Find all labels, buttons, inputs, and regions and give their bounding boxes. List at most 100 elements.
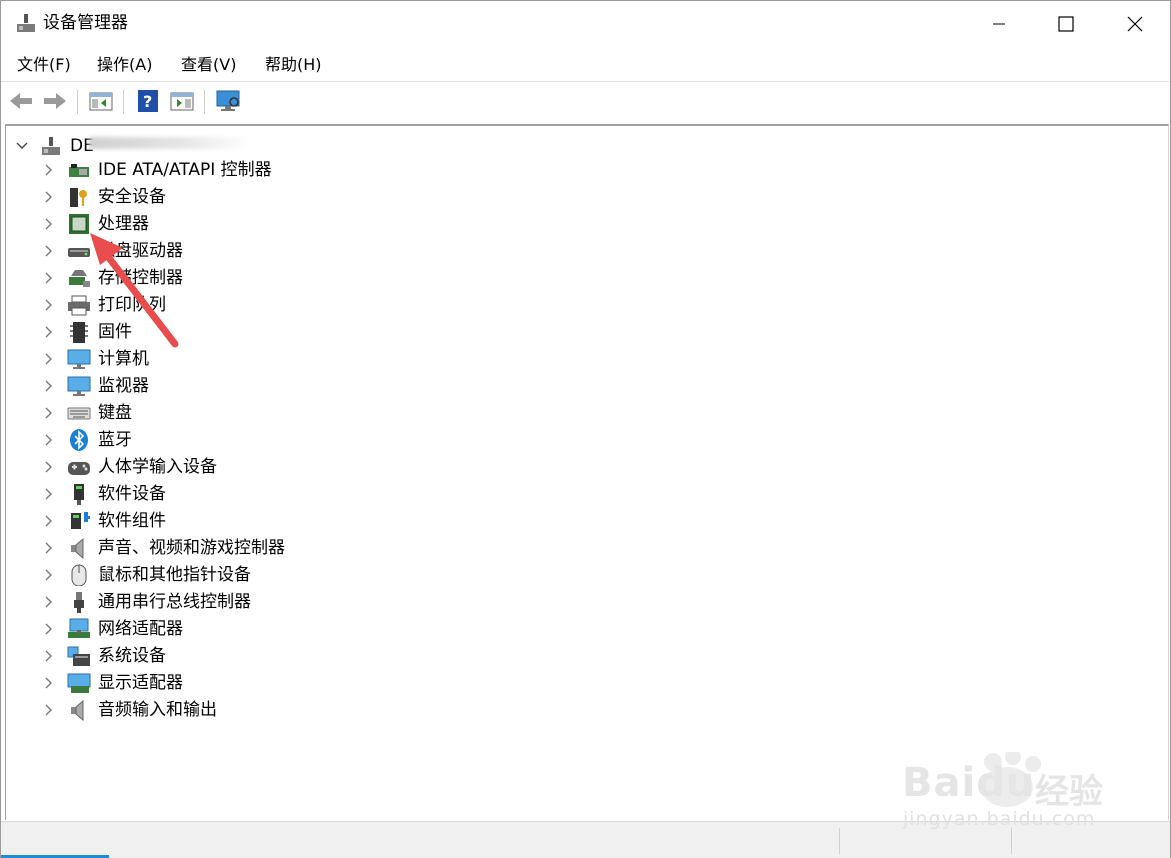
tree-category-row[interactable]: 软件设备 <box>41 481 641 508</box>
hid-gamepad-icon <box>68 462 90 475</box>
chevron-right-icon[interactable] <box>41 458 55 476</box>
watermark-brand: Baidu <box>902 760 1035 806</box>
tree-category-row[interactable]: 网络适配器 <box>41 616 641 643</box>
menu-bar: 文件(F) 操作(A) 查看(V) 帮助(H) <box>1 51 1170 81</box>
chevron-right-icon[interactable] <box>41 161 55 179</box>
tree-category-row[interactable]: 打印队列 <box>41 292 641 319</box>
minimize-button[interactable] <box>964 1 1034 47</box>
properties-pane-button[interactable] <box>168 88 196 114</box>
scan-hardware-button[interactable] <box>215 88 243 114</box>
tree-category-label: 打印队列 <box>98 295 166 315</box>
tree-category-row[interactable]: 监视器 <box>41 373 641 400</box>
device-manager-window: 设备管理器 文件(F) 操作(A) 查看(V) 帮助(H) ? DE IDE A… <box>0 0 1171 858</box>
maximize-button[interactable] <box>1031 1 1101 47</box>
chevron-right-icon[interactable] <box>41 323 55 341</box>
computer-root-icon <box>42 137 60 155</box>
speaker-icon <box>71 537 84 559</box>
display-adapter-icon <box>67 673 91 693</box>
system-device-icon <box>67 646 90 666</box>
computer-monitor-icon <box>67 349 91 369</box>
watermark-du: du <box>976 760 1036 806</box>
bluetooth-icon <box>70 429 88 451</box>
tree-category-label: 鼠标和其他指针设备 <box>98 565 251 585</box>
chevron-right-icon[interactable] <box>41 404 55 422</box>
chevron-right-icon[interactable] <box>41 242 55 260</box>
chevron-right-icon[interactable] <box>41 512 55 530</box>
chevron-right-icon[interactable] <box>41 674 55 692</box>
tree-category-label: 固件 <box>98 322 132 342</box>
mouse-icon <box>71 564 87 586</box>
tree-category-row[interactable]: 声音、视频和游戏控制器 <box>41 535 641 562</box>
chevron-right-icon[interactable] <box>41 647 55 665</box>
chevron-right-icon[interactable] <box>41 431 55 449</box>
toolbar: ? <box>1 81 1170 122</box>
tree-category-label: 显示适配器 <box>98 673 183 693</box>
disk-drive-icon <box>68 248 90 257</box>
chevron-right-icon[interactable] <box>41 377 55 395</box>
tree-category-row[interactable]: 固件 <box>41 319 641 346</box>
tree-category-label: 监视器 <box>98 376 149 396</box>
close-button[interactable] <box>1100 1 1170 47</box>
maximize-icon <box>1058 16 1074 32</box>
tree-category-row[interactable]: 系统设备 <box>41 643 641 670</box>
tree-category-label: 磁盘驱动器 <box>98 241 183 261</box>
tree-category-row[interactable]: 磁盘驱动器 <box>41 238 641 265</box>
chevron-right-icon[interactable] <box>41 593 55 611</box>
tree-category-label: 软件设备 <box>98 484 166 504</box>
close-icon <box>1127 16 1143 32</box>
chevron-right-icon[interactable] <box>41 539 55 557</box>
forward-arrow-icon <box>44 93 66 109</box>
tree-category-row[interactable]: 键盘 <box>41 400 641 427</box>
tree-category-row[interactable]: 蓝牙 <box>41 427 641 454</box>
chevron-right-icon[interactable] <box>41 215 55 233</box>
menu-action[interactable]: 操作(A) <box>95 53 154 77</box>
chevron-right-icon[interactable] <box>41 620 55 638</box>
back-arrow-icon <box>10 93 32 109</box>
svg-text:?: ? <box>143 92 152 111</box>
tree-category-row[interactable]: 软件组件 <box>41 508 641 535</box>
chevron-down-icon[interactable] <box>16 141 28 151</box>
chevron-right-icon[interactable] <box>41 701 55 719</box>
tree-category-row[interactable]: 显示适配器 <box>41 670 641 697</box>
keyboard-icon <box>67 407 91 420</box>
forward-button[interactable] <box>41 88 69 114</box>
menu-help[interactable]: 帮助(H) <box>263 53 324 77</box>
software-component-icon <box>71 512 90 529</box>
tree-category-row[interactable]: 音频输入和输出 <box>41 697 641 724</box>
chevron-right-icon[interactable] <box>41 296 55 314</box>
tree-category-row[interactable]: 存储控制器 <box>41 265 641 292</box>
tree-category-row[interactable]: 鼠标和其他指针设备 <box>41 562 641 589</box>
software-device-icon <box>74 484 84 505</box>
console-tree-button[interactable] <box>87 88 115 114</box>
chevron-right-icon[interactable] <box>41 566 55 584</box>
back-button[interactable] <box>7 88 35 114</box>
toolbar-separator <box>204 90 205 114</box>
help-button[interactable]: ? <box>134 88 162 114</box>
tree-category-label: 安全设备 <box>98 187 166 207</box>
chevron-right-icon[interactable] <box>41 350 55 368</box>
tree-category-row[interactable]: 安全设备 <box>41 184 641 211</box>
ide-controller-icon <box>69 164 89 177</box>
status-separator <box>839 828 840 854</box>
tree-category-label: IDE ATA/ATAPI 控制器 <box>98 160 272 180</box>
firmware-chip-icon <box>70 322 88 343</box>
tree-category-label: 网络适配器 <box>98 619 183 639</box>
redacted-computer-name <box>89 137 249 149</box>
scan-hardware-monitor-icon <box>216 90 240 111</box>
watermark-cn: 经验 <box>1035 772 1103 812</box>
tree-category-label: 人体学输入设备 <box>98 457 217 477</box>
tree-category-row[interactable]: 计算机 <box>41 346 641 373</box>
tree-category-row[interactable]: 处理器 <box>41 211 641 238</box>
chevron-right-icon[interactable] <box>41 485 55 503</box>
menu-file[interactable]: 文件(F) <box>15 53 73 77</box>
menu-view[interactable]: 查看(V) <box>179 53 238 77</box>
tree-category-row[interactable]: 人体学输入设备 <box>41 454 641 481</box>
tree-category-label: 处理器 <box>98 214 149 234</box>
tree-category-row[interactable]: IDE ATA/ATAPI 控制器 <box>41 157 641 184</box>
tree-category-row[interactable]: 通用串行总线控制器 <box>41 589 641 616</box>
chevron-right-icon[interactable] <box>41 269 55 287</box>
printer-icon <box>68 295 90 316</box>
chevron-right-icon[interactable] <box>41 188 55 206</box>
title-bar[interactable]: 设备管理器 <box>1 1 1170 47</box>
tree-category-label: 音频输入和输出 <box>98 700 217 720</box>
